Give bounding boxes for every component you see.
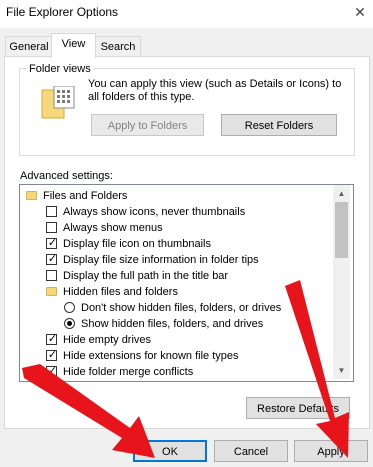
advanced-settings-list[interactable]: Files and Folders Always show icons, nev… bbox=[19, 184, 354, 382]
ok-button[interactable]: OK bbox=[133, 440, 207, 462]
restore-defaults-button[interactable]: Restore Defaults bbox=[246, 397, 350, 419]
close-icon[interactable]: ✕ bbox=[350, 2, 370, 22]
checkbox-checked[interactable]: ✓ bbox=[46, 237, 58, 249]
option-label: Display file size information in folder … bbox=[63, 254, 259, 266]
checkbox-checked[interactable]: ✓ bbox=[46, 333, 58, 345]
check-icon: ✓ bbox=[47, 365, 58, 377]
window-title: File Explorer Options bbox=[6, 5, 119, 19]
folder-views-icon bbox=[41, 86, 75, 119]
scroll-down-icon[interactable]: ▼ bbox=[333, 362, 350, 379]
radio-button-selected[interactable] bbox=[64, 318, 75, 329]
scrollbar-thumb[interactable] bbox=[335, 202, 348, 258]
apply-button[interactable]: Apply bbox=[294, 440, 368, 462]
checkbox[interactable] bbox=[46, 270, 57, 281]
option-label: Don't show hidden files, folders, or dri… bbox=[81, 302, 282, 314]
checkbox[interactable] bbox=[46, 222, 57, 233]
check-icon: ✓ bbox=[47, 333, 58, 345]
option-label: Always show icons, never thumbnails bbox=[63, 206, 246, 218]
option-label: Show hidden files, folders, and drives bbox=[81, 318, 264, 330]
scroll-up-icon[interactable]: ▲ bbox=[333, 185, 350, 202]
radio-dot bbox=[67, 321, 72, 326]
advanced-settings-label: Advanced settings: bbox=[20, 170, 113, 182]
apply-to-folders-button[interactable]: Apply to Folders bbox=[91, 114, 204, 136]
checkbox-checked[interactable]: ✓ bbox=[46, 253, 58, 265]
tree-label: Files and Folders bbox=[43, 190, 128, 202]
reset-folders-button[interactable]: Reset Folders bbox=[221, 114, 337, 136]
checkbox-checked[interactable]: ✓ bbox=[46, 365, 58, 377]
folder-icon bbox=[46, 287, 57, 296]
folder-icon bbox=[26, 191, 37, 200]
option-label: Display file icon on thumbnails bbox=[63, 238, 211, 250]
radio-button[interactable] bbox=[64, 302, 75, 313]
check-icon: ✓ bbox=[47, 349, 58, 361]
tree-label: Hidden files and folders bbox=[63, 286, 178, 298]
check-icon: ✓ bbox=[47, 253, 58, 265]
tab-view[interactable]: View bbox=[51, 33, 96, 58]
option-label: Display the full path in the title bar bbox=[63, 270, 229, 282]
folder-views-label: Folder views bbox=[27, 63, 93, 75]
option-label: Hide folder merge conflicts bbox=[63, 366, 194, 378]
checkbox[interactable] bbox=[46, 206, 57, 217]
tab-search[interactable]: Search bbox=[95, 36, 141, 57]
folder-views-description: You can apply this view (such as Details… bbox=[88, 78, 342, 103]
cancel-button[interactable]: Cancel bbox=[214, 440, 288, 462]
check-icon: ✓ bbox=[47, 237, 58, 249]
option-label: Hide empty drives bbox=[63, 334, 152, 346]
option-label: Always show menus bbox=[63, 222, 163, 234]
option-label: Hide extensions for known file types bbox=[63, 350, 239, 362]
tab-general[interactable]: General bbox=[5, 36, 53, 57]
checkbox-checked[interactable]: ✓ bbox=[46, 349, 58, 361]
